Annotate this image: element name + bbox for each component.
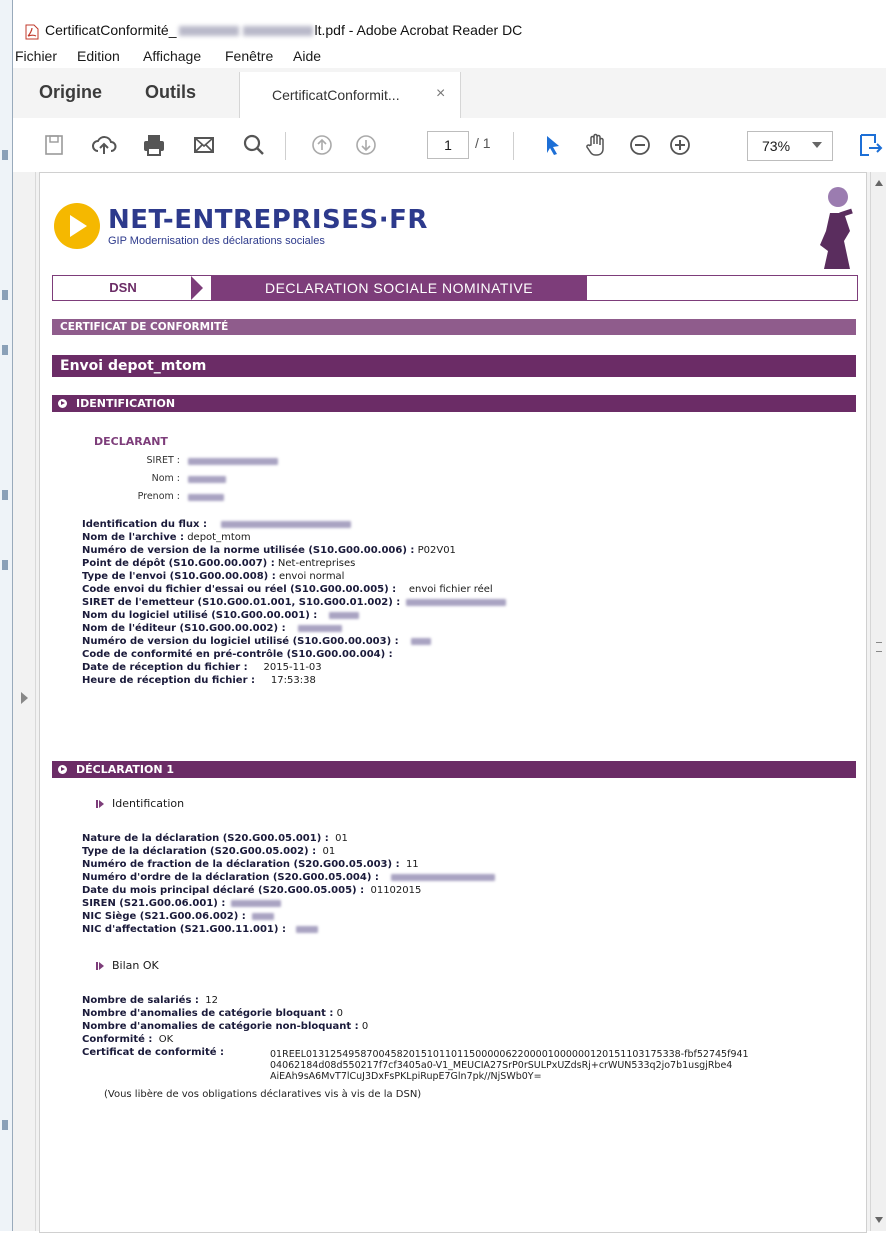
window-title: CertificatConformité_ lt.pdf - Adobe Acro… [45,22,523,38]
scroll-grip-icon[interactable] [876,642,882,652]
declarant-prenom-label: Prenom : [137,491,180,502]
declarant-nom-label: Nom : [151,473,180,484]
menu-fenetre[interactable]: Fenêtre [225,48,273,64]
select-cursor-icon[interactable] [537,130,567,160]
tab-outils[interactable]: Outils [145,82,196,103]
collapse-bullet-icon [58,399,67,408]
field-code-envoi: Code envoi du fichier d'essai ou réel (S… [82,584,493,595]
scroll-up-icon[interactable] [875,180,883,186]
field-nic-siege: NIC Siège (S21.G00.06.002) : [82,911,274,922]
menu-affichage[interactable]: Affichage [143,48,201,64]
field-version-norme: Numéro de version de la norme utilisée (… [82,545,456,556]
menu-aide[interactable]: Aide [293,48,321,64]
menu-fichier[interactable]: Fichier [15,48,57,64]
tab-document-label: CertificatConformit... [272,87,400,103]
triangle-right-icon [99,800,104,808]
field-nom-archive: Nom de l'archive : depot_mtom [82,532,251,543]
zoom-value: 73% [762,138,791,154]
page-total: / 1 [475,135,491,151]
field-siret-emetteur: SIRET de l'emetteur (S10.G00.01.001, S10… [82,597,507,608]
field-siren: SIREN (S21.G00.06.001) : [82,898,282,909]
field-anomalies-non-bloquant: Nombre d'anomalies de catégorie non-bloq… [82,1021,369,1032]
scroll-down-icon[interactable] [875,1217,883,1223]
title-bar: CertificatConformité_ lt.pdf - Adobe Acro… [13,0,886,44]
field-type-envoi: Type de l'envoi (S10.G00.00.008) : envoi… [82,571,345,582]
legal-note: (Vous libère de vos obligations déclarat… [104,1089,422,1100]
navigation-pane-toggle[interactable] [13,172,36,1231]
menu-edition[interactable]: Edition [77,48,120,64]
toolbar: 1 / 1 73% [13,118,886,173]
zoom-in-icon[interactable] [665,130,695,160]
print-icon[interactable] [139,130,169,160]
next-page-icon[interactable] [351,130,381,160]
field-version-logiciel: Numéro de version du logiciel utilisé (S… [82,636,431,647]
redacted-value [188,476,226,483]
redacted-value [188,458,278,465]
fit-page-icon[interactable] [855,130,885,160]
certificate-header: CERTIFICAT DE CONFORMITÉ [52,319,856,335]
collapse-bullet-icon [58,765,67,774]
mascot-figure-icon [820,187,853,269]
tab-origine[interactable]: Origine [39,82,102,103]
email-icon[interactable] [189,130,219,160]
declarant-siret-label: SIRET : [146,455,180,466]
acrobat-window: CertificatConformité_ lt.pdf - Adobe Acro… [12,0,886,1233]
tab-document[interactable]: CertificatConformit... × [239,72,461,118]
field-point-depot: Point de dépôt (S10.G00.00.007) : Net-en… [82,558,356,569]
save-icon[interactable] [39,130,69,160]
dsn-banner: DSN DECLARATION SOCIALE NOMINATIVE [52,275,858,301]
field-numero-fraction: Numéro de fraction de la déclaration (S2… [82,859,419,870]
field-nic-affectation: NIC d'affectation (S21.G00.11.001) : [82,924,318,935]
search-icon[interactable] [239,130,269,160]
field-heure-reception: Heure de réception du fichier : 17:53:38 [82,675,316,686]
identification-header-label: IDENTIFICATION [76,397,176,410]
logo-title: NET-ENTREPRISES·FR [108,205,428,235]
vertical-scrollbar[interactable] [870,172,886,1231]
envoi-header: Envoi depot_mtom [52,355,856,377]
dsn-label: DSN [53,276,193,300]
triangle-right-icon [99,962,104,970]
pdf-page: NET-ENTREPRISES·FR GIP Modernisation des… [39,172,867,1233]
declaration-header[interactable]: DÉCLARATION 1 [52,761,856,778]
field-identification-flux: Identification du flux : [82,519,351,530]
identification-link[interactable]: Identification [96,797,184,810]
field-anomalies-bloquant: Nombre d'anomalies de catégorie bloquant… [82,1008,343,1019]
field-nom-editeur: Nom de l'éditeur (S10.G00.00.002) : [82,623,342,634]
upload-cloud-icon[interactable] [89,130,119,160]
declaration-header-label: DÉCLARATION 1 [76,763,175,776]
zoom-select[interactable]: 73% [747,131,833,161]
previous-page-icon[interactable] [307,130,337,160]
chevron-right-icon [191,276,203,300]
bilan-link[interactable]: Bilan OK [96,959,159,972]
toolbar-separator [285,132,286,160]
logo-subtitle: GIP Modernisation des déclarations socia… [108,235,325,247]
field-date-reception: Date de réception du fichier : 2015-11-0… [82,662,322,673]
field-nature-declaration: Nature de la déclaration (S20.G00.05.001… [82,833,348,844]
field-certificat-label: Certificat de conformité : [82,1047,224,1058]
field-date-mois: Date du mois principal déclaré (S20.G00.… [82,885,422,896]
expand-arrow-icon [21,692,28,704]
page-number-input[interactable]: 1 [427,131,469,159]
redacted-value [188,494,224,501]
close-tab-icon[interactable]: × [436,85,445,103]
net-entreprises-logo [54,203,100,249]
zoom-out-icon[interactable] [625,130,655,160]
identification-header[interactable]: IDENTIFICATION [52,395,856,412]
field-conformite: Conformité : OK [82,1034,174,1045]
field-nombre-salaries: Nombre de salariés : 12 [82,995,218,1006]
field-type-declaration: Type de la déclaration (S20.G00.05.002) … [82,846,336,857]
hand-tool-icon[interactable] [581,130,611,160]
pdf-file-icon [25,24,39,40]
field-numero-ordre: Numéro d'ordre de la déclaration (S20.G0… [82,872,495,883]
chevron-down-icon [812,142,822,148]
field-code-conformite: Code de conformité en pré-contrôle (S10.… [82,649,393,660]
document-viewer: NET-ENTREPRISES·FR GIP Modernisation des… [13,172,886,1233]
tab-bar: Origine Outils CertificatConformit... × [13,68,886,119]
dsn-full-label: DECLARATION SOCIALE NOMINATIVE [211,276,587,300]
field-nom-logiciel: Nom du logiciel utilisé (S10.G00.00.001)… [82,610,360,621]
menu-bar: Fichier Edition Affichage Fenêtre Aide [13,44,886,69]
declarant-title: DECLARANT [94,435,168,448]
toolbar-separator [513,132,514,160]
certificate-value: 01REEL0131254958700458201510110115000006… [270,1049,749,1082]
